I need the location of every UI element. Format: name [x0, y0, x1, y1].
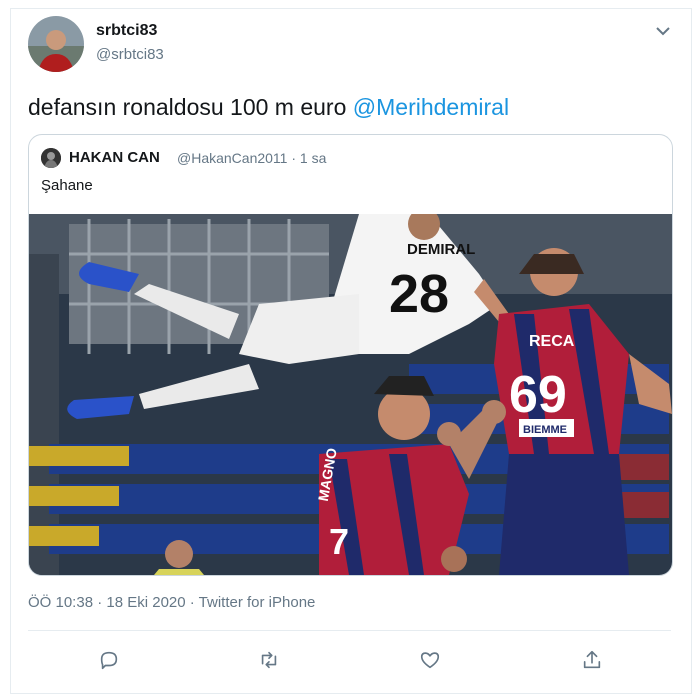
author-avatar[interactable]	[28, 16, 84, 72]
jersey-name-top: DEMIRAL	[407, 241, 475, 258]
chevron-down-icon[interactable]	[654, 24, 672, 38]
reply-button[interactable]	[97, 648, 121, 672]
quoted-author-name: HAKAN CAN	[69, 149, 160, 166]
reply-icon	[100, 651, 118, 670]
author-name[interactable]: srbtci83	[96, 22, 157, 40]
quoted-author-avatar	[41, 148, 61, 168]
tweet-timestamp[interactable]: ÖÖ 10:38 · 18 Eki 2020 · Twitter for iPh…	[28, 594, 315, 611]
jersey-number-top: 28	[389, 264, 449, 324]
author-handle[interactable]: @srbtci83	[96, 46, 164, 63]
quoted-photo[interactable]: DEMIRAL 28 RECA 69 BIEMME MAGNO 7	[29, 208, 672, 575]
quoted-tweet[interactable]: HAKAN CAN @HakanCan2011 · 1 sa Şahane DE…	[28, 134, 673, 576]
sponsor-label: BIEMME	[523, 424, 567, 436]
retweet-icon	[261, 651, 277, 669]
tweet-text: defansın ronaldosu 100 m euro @Merihdemi…	[28, 94, 509, 121]
divider	[28, 630, 671, 631]
quoted-author-meta: @HakanCan2011 · 1 sa	[177, 150, 327, 166]
jersey-number-bottom: 7	[329, 521, 349, 562]
like-button[interactable]	[418, 648, 442, 672]
tweet-body: defansın ronaldosu 100 m euro	[28, 94, 353, 120]
quoted-text: Şahane	[41, 177, 93, 194]
retweet-button[interactable]	[257, 648, 281, 672]
share-icon	[583, 650, 601, 669]
heart-icon	[420, 652, 440, 669]
jersey-name-right: RECA	[529, 333, 575, 350]
jersey-number-right: 69	[509, 366, 567, 424]
mention-link[interactable]: @Merihdemiral	[353, 94, 509, 120]
share-button[interactable]	[580, 648, 604, 672]
